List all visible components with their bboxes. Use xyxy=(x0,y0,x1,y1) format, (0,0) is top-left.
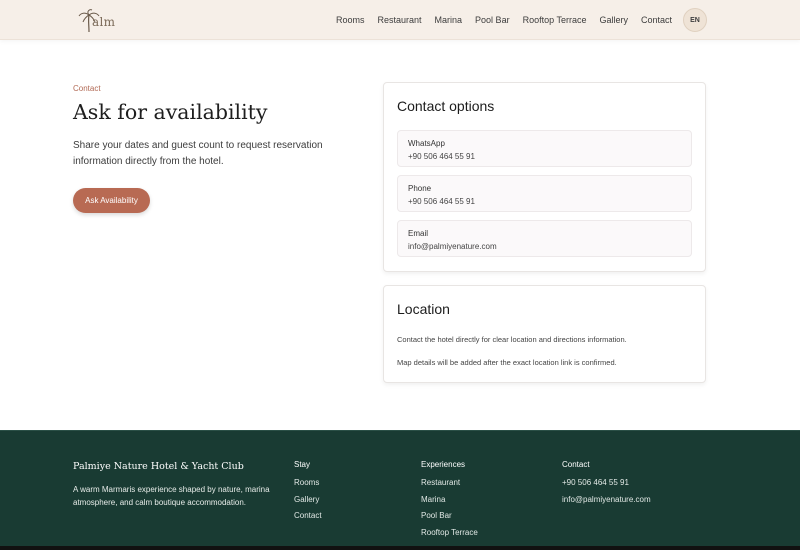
nav-marina[interactable]: Marina xyxy=(435,15,463,25)
language-switch-button[interactable]: EN xyxy=(683,8,707,32)
nav-gallery[interactable]: Gallery xyxy=(599,15,628,25)
footer-phone-link[interactable]: +90 506 464 55 91 xyxy=(562,478,651,495)
page-title: Ask for availability xyxy=(73,100,268,124)
ask-availability-button[interactable]: Ask Availability xyxy=(73,188,150,213)
footer-link-restaurant[interactable]: Restaurant xyxy=(421,478,478,495)
nav-restaurant[interactable]: Restaurant xyxy=(378,15,422,25)
footer-link-pool-bar[interactable]: Pool Bar xyxy=(421,511,478,528)
nav-pool-bar[interactable]: Pool Bar xyxy=(475,15,510,25)
footer-col-contact: Contact +90 506 464 55 91 info@palmiyena… xyxy=(562,460,651,511)
footer-link-gallery[interactable]: Gallery xyxy=(294,495,322,512)
footer-tagline: A warm Marmaris experience shaped by nat… xyxy=(73,485,270,507)
section-eyebrow: Contact xyxy=(73,84,101,93)
logo-wordmark: alm xyxy=(92,15,116,29)
option-label: Phone xyxy=(408,184,432,193)
hotel-logo[interactable]: alm xyxy=(78,9,128,33)
footer-bottom-bar xyxy=(0,546,800,550)
whatsapp-option[interactable]: WhatsApp +90 506 464 55 91 xyxy=(397,130,692,167)
footer-link-contact[interactable]: Contact xyxy=(294,511,322,528)
option-label: WhatsApp xyxy=(408,139,445,148)
footer-col-stay: Stay Rooms Gallery Contact xyxy=(294,460,322,528)
footer-link-marina[interactable]: Marina xyxy=(421,495,478,512)
card-title: Contact options xyxy=(397,98,495,114)
main-nav: Rooms Restaurant Marina Pool Bar Rooftop… xyxy=(336,0,672,40)
footer-col-title: Experiences xyxy=(421,460,466,469)
footer-email-link[interactable]: info@palmiyenature.com xyxy=(562,495,651,512)
map-note: Map details will be added after the exac… xyxy=(397,358,617,367)
location-text: Contact the hotel directly for clear loc… xyxy=(397,335,627,344)
footer-link-rooms[interactable]: Rooms xyxy=(294,478,322,495)
site-header: alm Rooms Restaurant Marina Pool Bar Roo… xyxy=(0,0,800,40)
option-value: +90 506 464 55 91 xyxy=(408,197,475,206)
location-card: Location Contact the hotel directly for … xyxy=(383,285,706,383)
option-label: Email xyxy=(408,229,429,238)
card-title: Location xyxy=(397,301,450,317)
option-value: info@palmiyenature.com xyxy=(408,242,497,251)
nav-contact[interactable]: Contact xyxy=(641,15,672,25)
footer-link-rooftop-terrace[interactable]: Rooftop Terrace xyxy=(421,528,478,545)
option-value: +90 506 464 55 91 xyxy=(408,152,475,161)
phone-option[interactable]: Phone +90 506 464 55 91 xyxy=(397,175,692,212)
nav-rooftop-terrace[interactable]: Rooftop Terrace xyxy=(523,15,587,25)
footer-col-title: Stay xyxy=(294,460,311,469)
footer-brand: Palmiye Nature Hotel & Yacht Club xyxy=(73,461,244,472)
nav-rooms[interactable]: Rooms xyxy=(336,15,365,25)
footer-col-experiences: Experiences Restaurant Marina Pool Bar R… xyxy=(421,460,478,544)
site-footer: Palmiye Nature Hotel & Yacht Club A warm… xyxy=(0,430,800,550)
lead-text: Share your dates and guest count to requ… xyxy=(73,140,323,167)
footer-col-title: Contact xyxy=(562,460,590,469)
email-option[interactable]: Email info@palmiyenature.com xyxy=(397,220,692,257)
contact-options-card: Contact options WhatsApp +90 506 464 55 … xyxy=(383,82,706,272)
